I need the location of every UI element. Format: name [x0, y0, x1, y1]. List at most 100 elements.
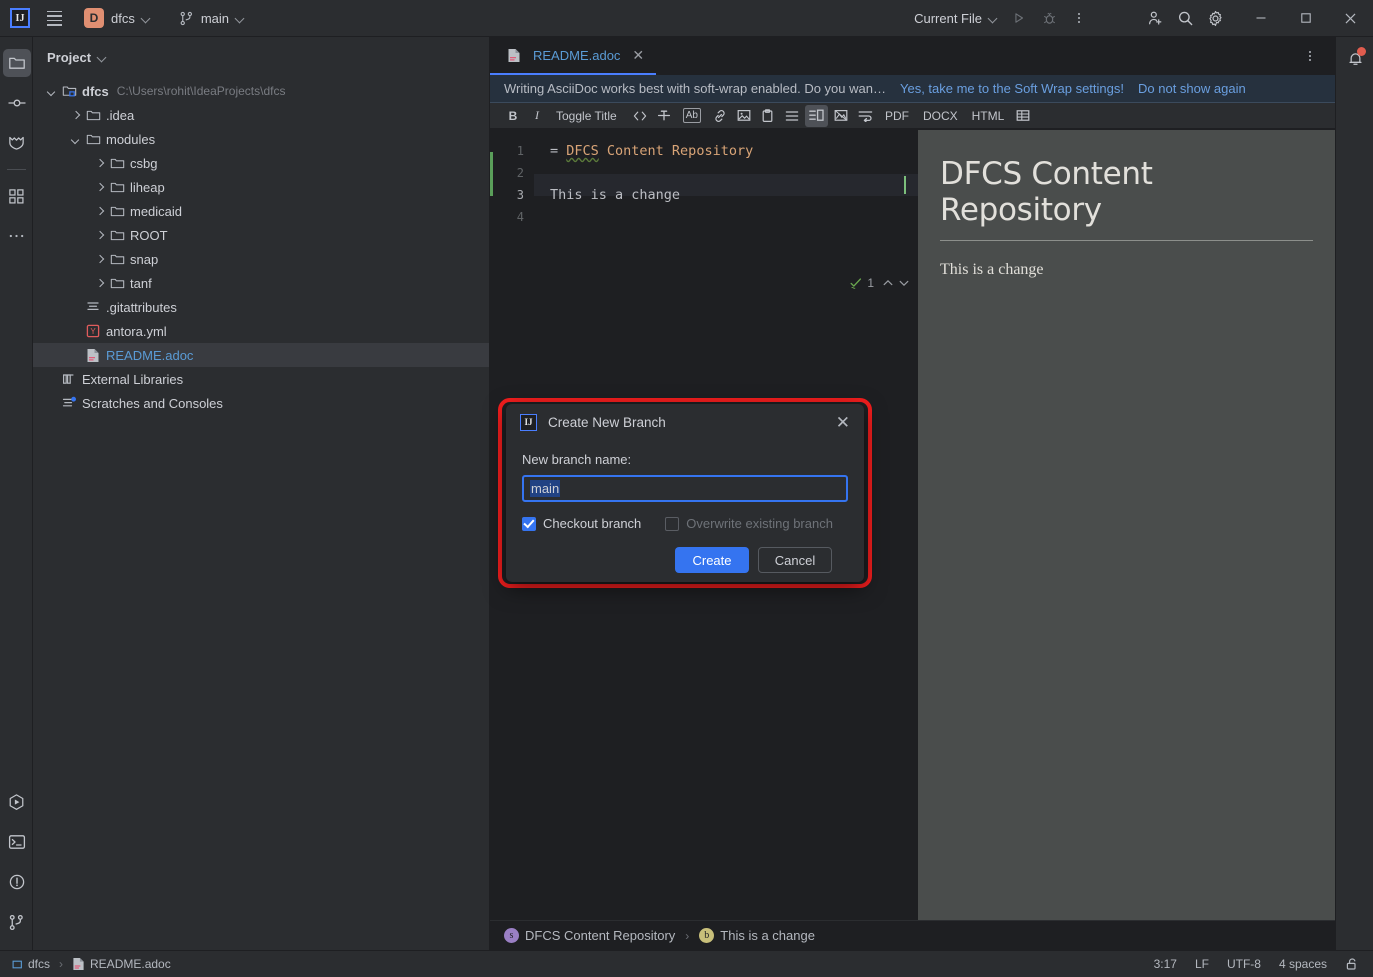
attribute-button[interactable]: Ab — [677, 105, 707, 127]
branch-name-label: main — [200, 10, 230, 26]
sidebar-item-pull-requests[interactable] — [0, 123, 33, 163]
notifications-button[interactable] — [1336, 37, 1373, 81]
close-icon[interactable]: ✕ — [632, 47, 644, 64]
chevron-right-icon[interactable] — [93, 228, 107, 242]
tree-node--gitattributes[interactable]: .gitattributes — [33, 295, 489, 319]
tree-node-scratches-and-consoles[interactable]: Scratches and Consoles — [33, 391, 489, 415]
project-panel-title: Project — [47, 49, 92, 65]
run-button[interactable] — [1004, 4, 1034, 32]
inspection-widget[interactable]: 1 — [849, 276, 910, 290]
split-editor-button[interactable] — [804, 104, 828, 127]
editor-tab-readme[interactable]: README.adoc ✕ — [490, 37, 657, 75]
tree-node-external-libraries[interactable]: External Libraries — [33, 367, 489, 391]
sidebar-item-plugins[interactable] — [0, 176, 33, 216]
chevron-right-icon[interactable] — [93, 252, 107, 266]
tree-node-readme-adoc[interactable]: README.adoc — [33, 343, 489, 367]
project-panel-header[interactable]: Project — [33, 37, 489, 77]
code-button[interactable] — [629, 105, 651, 127]
chevron-right-icon[interactable] — [93, 204, 107, 218]
chevron-right-icon[interactable] — [93, 276, 107, 290]
more-actions-button[interactable] — [1064, 4, 1094, 32]
toggle-title-button[interactable]: Toggle Title — [550, 105, 623, 127]
close-window-button[interactable] — [1328, 0, 1373, 37]
line-number: 3 — [516, 188, 524, 202]
tree-node-dfcs[interactable]: dfcs C:\Users\rohit\IdeaProjects\dfcs — [33, 79, 489, 103]
tree-node-label: ROOT — [130, 227, 168, 243]
tree-node-tanf[interactable]: tanf — [33, 271, 489, 295]
strikethrough-button[interactable] — [653, 105, 675, 127]
tree-node-snap[interactable]: snap — [33, 247, 489, 271]
dialog-body: New branch name: main Checkout branch Ov… — [506, 440, 864, 573]
sidebar-item-project[interactable] — [0, 43, 33, 83]
breadcrumb-item[interactable]: b This is a change — [699, 928, 815, 943]
tree-node-root[interactable]: ROOT — [33, 223, 489, 247]
table-button[interactable] — [1012, 105, 1034, 127]
unlocked-icon[interactable] — [1345, 957, 1359, 971]
chevron-down-icon[interactable] — [98, 53, 107, 62]
banner-link-soft-wrap-settings[interactable]: Yes, take me to the Soft Wrap settings! — [900, 81, 1124, 96]
tree-node-medicaid[interactable]: medicaid — [33, 199, 489, 223]
indent-setting[interactable]: 4 spaces — [1279, 957, 1327, 971]
hamburger-menu-icon[interactable] — [40, 4, 68, 32]
minimize-window-button[interactable] — [1238, 0, 1283, 37]
export-html-button[interactable]: HTML — [966, 105, 1011, 127]
breadcrumb-label: This is a change — [720, 928, 815, 943]
chevron-down-icon[interactable] — [69, 132, 83, 146]
chevron-down-icon[interactable] — [898, 277, 910, 289]
list-button[interactable] — [781, 105, 803, 127]
line-separator[interactable]: LF — [1195, 957, 1209, 971]
breadcrumb-item[interactable]: s DFCS Content Repository — [504, 928, 675, 943]
file-encoding[interactable]: UTF-8 — [1227, 957, 1261, 971]
module-folder-icon — [61, 83, 77, 99]
tree-node-modules[interactable]: modules — [33, 127, 489, 151]
sidebar-item-terminal[interactable] — [0, 822, 33, 862]
soft-wrap-button[interactable] — [854, 105, 877, 127]
maximize-window-button[interactable] — [1283, 0, 1328, 37]
editor-options-button[interactable] — [1295, 42, 1325, 70]
status-crumb-file[interactable]: README.adoc — [72, 957, 171, 971]
chevron-up-icon[interactable] — [882, 277, 894, 289]
run-configuration-selector[interactable]: Current File — [908, 8, 1004, 29]
chevron-right-icon[interactable] — [93, 180, 107, 194]
sidebar-item-problems[interactable] — [0, 862, 33, 902]
cancel-button[interactable]: Cancel — [758, 547, 832, 573]
project-selector[interactable]: D dfcs — [78, 5, 157, 31]
paste-button[interactable] — [757, 105, 779, 127]
italic-button[interactable]: I — [526, 105, 548, 127]
branch-name-input[interactable]: main — [522, 475, 848, 502]
image-button[interactable] — [733, 105, 755, 127]
tree-node-label: csbg — [130, 155, 158, 171]
sidebar-item-git[interactable] — [0, 902, 33, 942]
add-user-button[interactable] — [1140, 4, 1170, 32]
sidebar-item-commit[interactable] — [0, 83, 33, 123]
tree-node-liheap[interactable]: liheap — [33, 175, 489, 199]
create-button[interactable]: Create — [675, 547, 749, 573]
export-docx-button[interactable]: DOCX — [917, 105, 964, 127]
tree-node--idea[interactable]: .idea — [33, 103, 489, 127]
checkout-branch-checkbox[interactable]: Checkout branch — [522, 516, 641, 531]
debug-button[interactable] — [1034, 4, 1064, 32]
bold-button[interactable]: B — [502, 105, 524, 127]
diagram-button[interactable] — [830, 105, 852, 127]
export-pdf-button[interactable]: PDF — [879, 105, 915, 127]
sidebar-item-more[interactable] — [0, 216, 33, 256]
tree-node-antora-yml[interactable]: Yantora.yml — [33, 319, 489, 343]
settings-button[interactable] — [1200, 4, 1230, 32]
close-icon[interactable]: ✕ — [832, 412, 854, 433]
sidebar-item-run[interactable] — [0, 782, 33, 822]
branch-selector[interactable]: main — [173, 8, 251, 29]
add-user-icon — [1148, 11, 1161, 25]
chevron-right-icon[interactable] — [69, 108, 83, 122]
caret-position[interactable]: 3:17 — [1154, 957, 1177, 971]
left-tool-rail — [0, 37, 33, 950]
notification-unread-dot — [1357, 47, 1366, 56]
status-crumb-project[interactable]: dfcs — [12, 957, 50, 971]
search-everywhere-button[interactable] — [1170, 4, 1200, 32]
banner-link-do-not-show-again[interactable]: Do not show again — [1138, 81, 1246, 96]
link-button[interactable] — [709, 105, 731, 127]
chevron-right-icon[interactable] — [93, 156, 107, 170]
chevron-down-icon[interactable] — [45, 84, 59, 98]
tree-node-csbg[interactable]: csbg — [33, 151, 489, 175]
folder-icon — [109, 275, 125, 291]
create-new-branch-dialog: IJ Create New Branch ✕ New branch name: … — [506, 404, 864, 582]
